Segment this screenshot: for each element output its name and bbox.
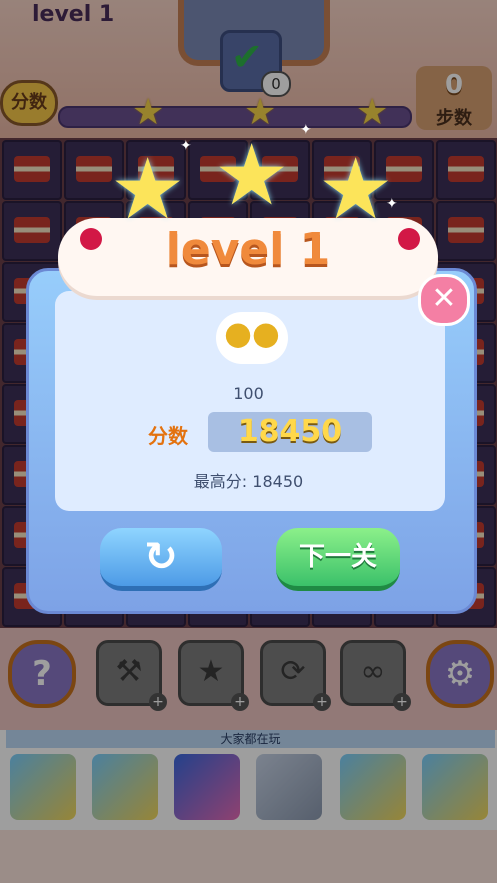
sparkle-icon: ✦: [180, 138, 192, 154]
coin-plate: ●●: [216, 312, 288, 364]
refresh-icon: ↻: [144, 534, 178, 580]
score-box: 18450: [208, 412, 372, 452]
sparkle-icon: ✦: [300, 122, 312, 138]
close-button[interactable]: ✕: [418, 274, 470, 326]
sparkle-icon: ✦: [386, 196, 398, 212]
star-icon: ★: [110, 140, 186, 238]
score-label: 分数: [148, 424, 188, 448]
coins-icon: ●●: [224, 314, 280, 352]
retry-button[interactable]: ↻: [100, 528, 222, 591]
coin-amount: 100: [233, 384, 264, 403]
star-icon: ★: [318, 140, 394, 238]
next-level-button[interactable]: 下一关: [276, 528, 400, 591]
score-value: 18450: [237, 414, 343, 449]
star-icon: ★: [214, 126, 290, 224]
best-score: 最高分: 18450: [193, 472, 304, 491]
close-icon: ✕: [431, 281, 457, 316]
